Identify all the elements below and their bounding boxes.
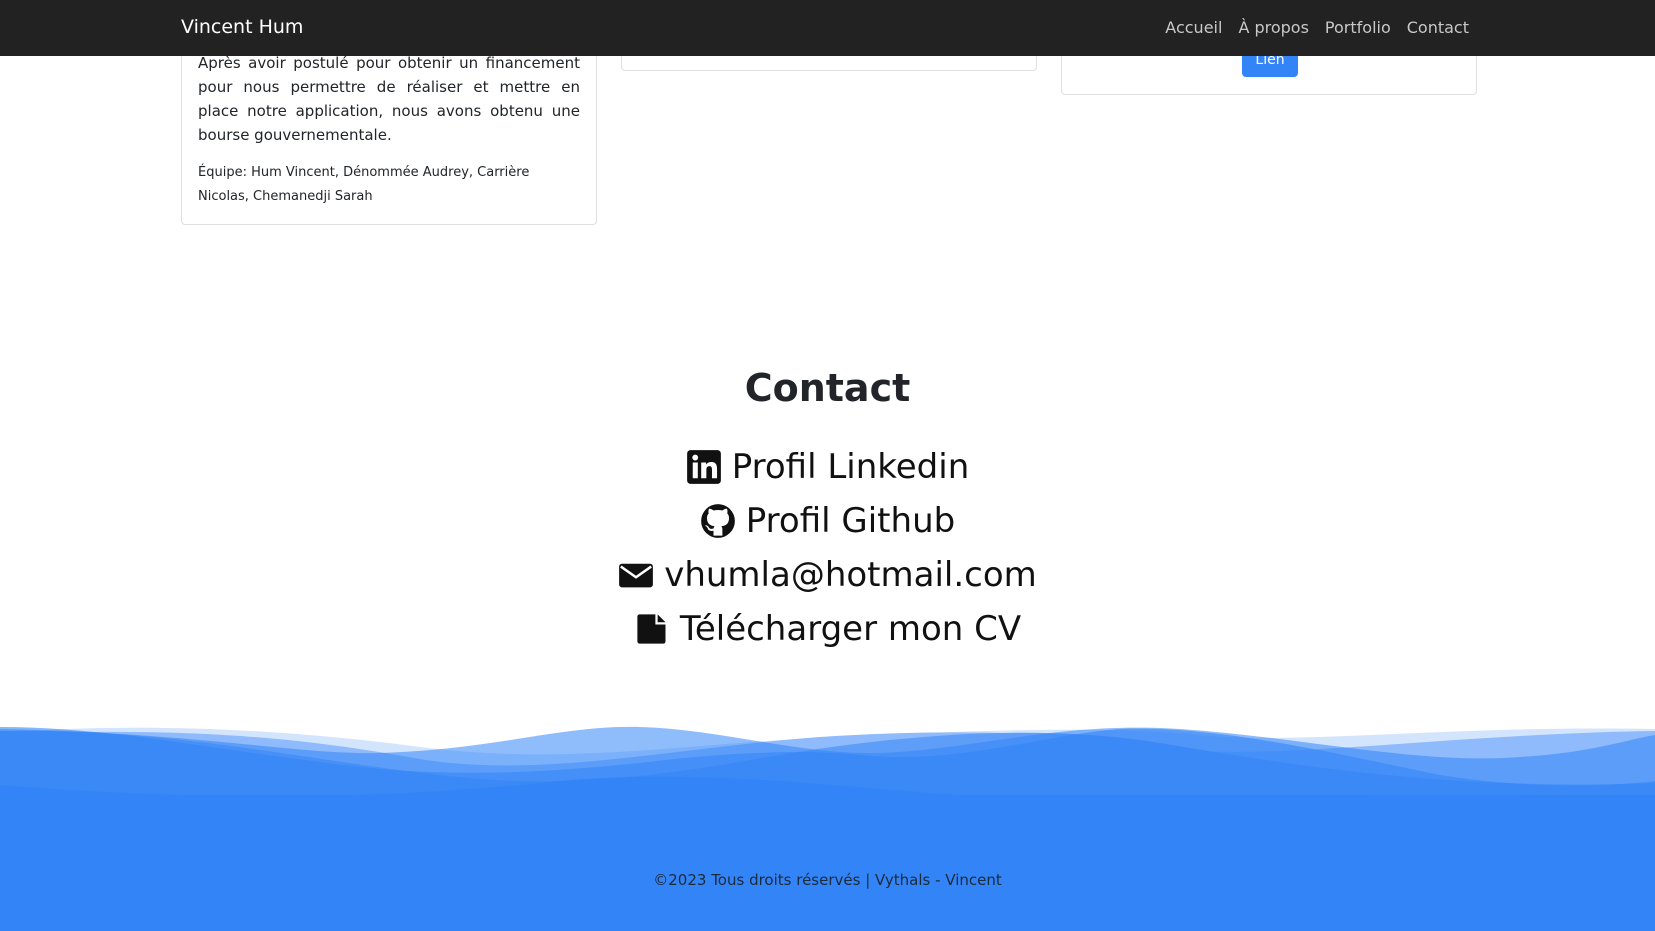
navbar: Vincent Hum Accueil À propos Portfolio C… <box>0 0 1655 56</box>
project-description: Après avoir postulé pour obtenir un fina… <box>198 54 580 144</box>
nav-link-portfolio[interactable]: Portfolio <box>1325 18 1391 37</box>
nav-link-contact[interactable]: Contact <box>1407 18 1469 37</box>
contact-heading: Contact <box>744 366 911 410</box>
nav-links: Accueil À propos Portfolio Contact <box>1165 18 1469 37</box>
linkedin-label: Profil Linkedin <box>731 447 970 487</box>
file-icon <box>634 611 670 647</box>
nav-link-accueil[interactable]: Accueil <box>1165 18 1222 37</box>
project-team: Équipe: Hum Vincent, Dénommée Audrey, Ca… <box>198 165 530 204</box>
github-link[interactable]: Profil Github <box>0 494 1655 548</box>
cv-download-link[interactable]: Télécharger mon CV <box>0 602 1655 656</box>
linkedin-icon <box>686 449 722 485</box>
cv-label: Télécharger mon CV <box>679 609 1022 649</box>
linkedin-link[interactable]: Profil Linkedin <box>0 440 1655 494</box>
brand-link[interactable]: Vincent Hum <box>181 16 303 38</box>
github-icon <box>700 503 736 539</box>
contact-list: Profil Linkedin Profil Github vhumla@hot… <box>0 440 1655 656</box>
email-label: vhumla@hotmail.com <box>664 555 1037 595</box>
nav-link-a-propos[interactable]: À propos <box>1238 18 1308 37</box>
footer-copyright: ©2023 Tous droits réservés | Vythals - V… <box>653 871 1002 889</box>
github-label: Profil Github <box>745 501 956 541</box>
envelope-icon <box>618 557 654 593</box>
email-link[interactable]: vhumla@hotmail.com <box>0 548 1655 602</box>
footer-wave <box>0 726 1655 931</box>
